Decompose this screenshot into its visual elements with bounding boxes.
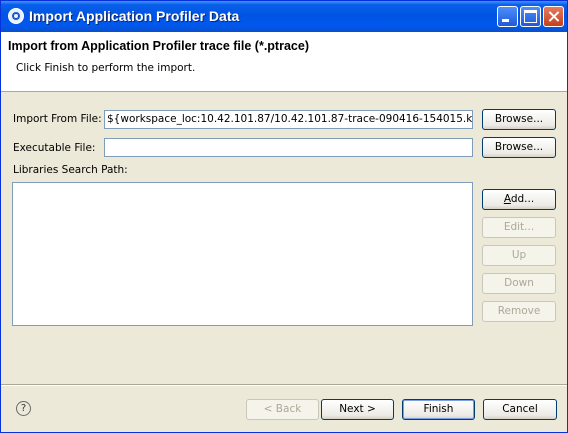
up-button[interactable]: Up (482, 245, 556, 266)
executable-file-label: Executable File: (13, 142, 96, 154)
executable-browse-button[interactable]: Browse... (482, 137, 556, 158)
app-icon (8, 8, 24, 24)
help-icon[interactable]: ? (16, 401, 31, 416)
remove-button[interactable]: Remove (482, 301, 556, 322)
page-title: Import from Application Profiler trace f… (8, 39, 309, 53)
wizard-header: Import from Application Profiler trace f… (1, 32, 567, 92)
maximize-icon[interactable] (520, 6, 541, 27)
close-icon[interactable] (543, 6, 564, 27)
edit-button[interactable]: Edit... (482, 217, 556, 238)
finish-button[interactable]: Finish (402, 399, 475, 420)
add-button[interactable]: Add... (482, 189, 556, 210)
import-file-input[interactable]: ${workspace_loc:10.42.101.87/10.42.101.8… (104, 110, 473, 129)
import-dialog: Import Application Profiler Data Import … (0, 0, 568, 433)
import-browse-button[interactable]: Browse... (482, 109, 556, 130)
libraries-search-path-list[interactable] (12, 182, 473, 326)
import-file-label: Import From File: (13, 113, 102, 125)
cancel-button[interactable]: Cancel (483, 399, 557, 420)
window-title: Import Application Profiler Data (29, 8, 240, 24)
libraries-search-path-label: Libraries Search Path: (13, 164, 128, 176)
minimize-icon[interactable] (497, 6, 518, 27)
add-button-label: dd... (510, 193, 535, 205)
title-bar[interactable]: Import Application Profiler Data (1, 1, 567, 32)
down-button[interactable]: Down (482, 273, 556, 294)
executable-file-input[interactable] (104, 138, 473, 157)
back-button[interactable]: < Back (246, 399, 319, 420)
footer-separator (1, 384, 567, 386)
next-button[interactable]: Next > (321, 399, 394, 420)
page-description: Click Finish to perform the import. (16, 62, 196, 74)
